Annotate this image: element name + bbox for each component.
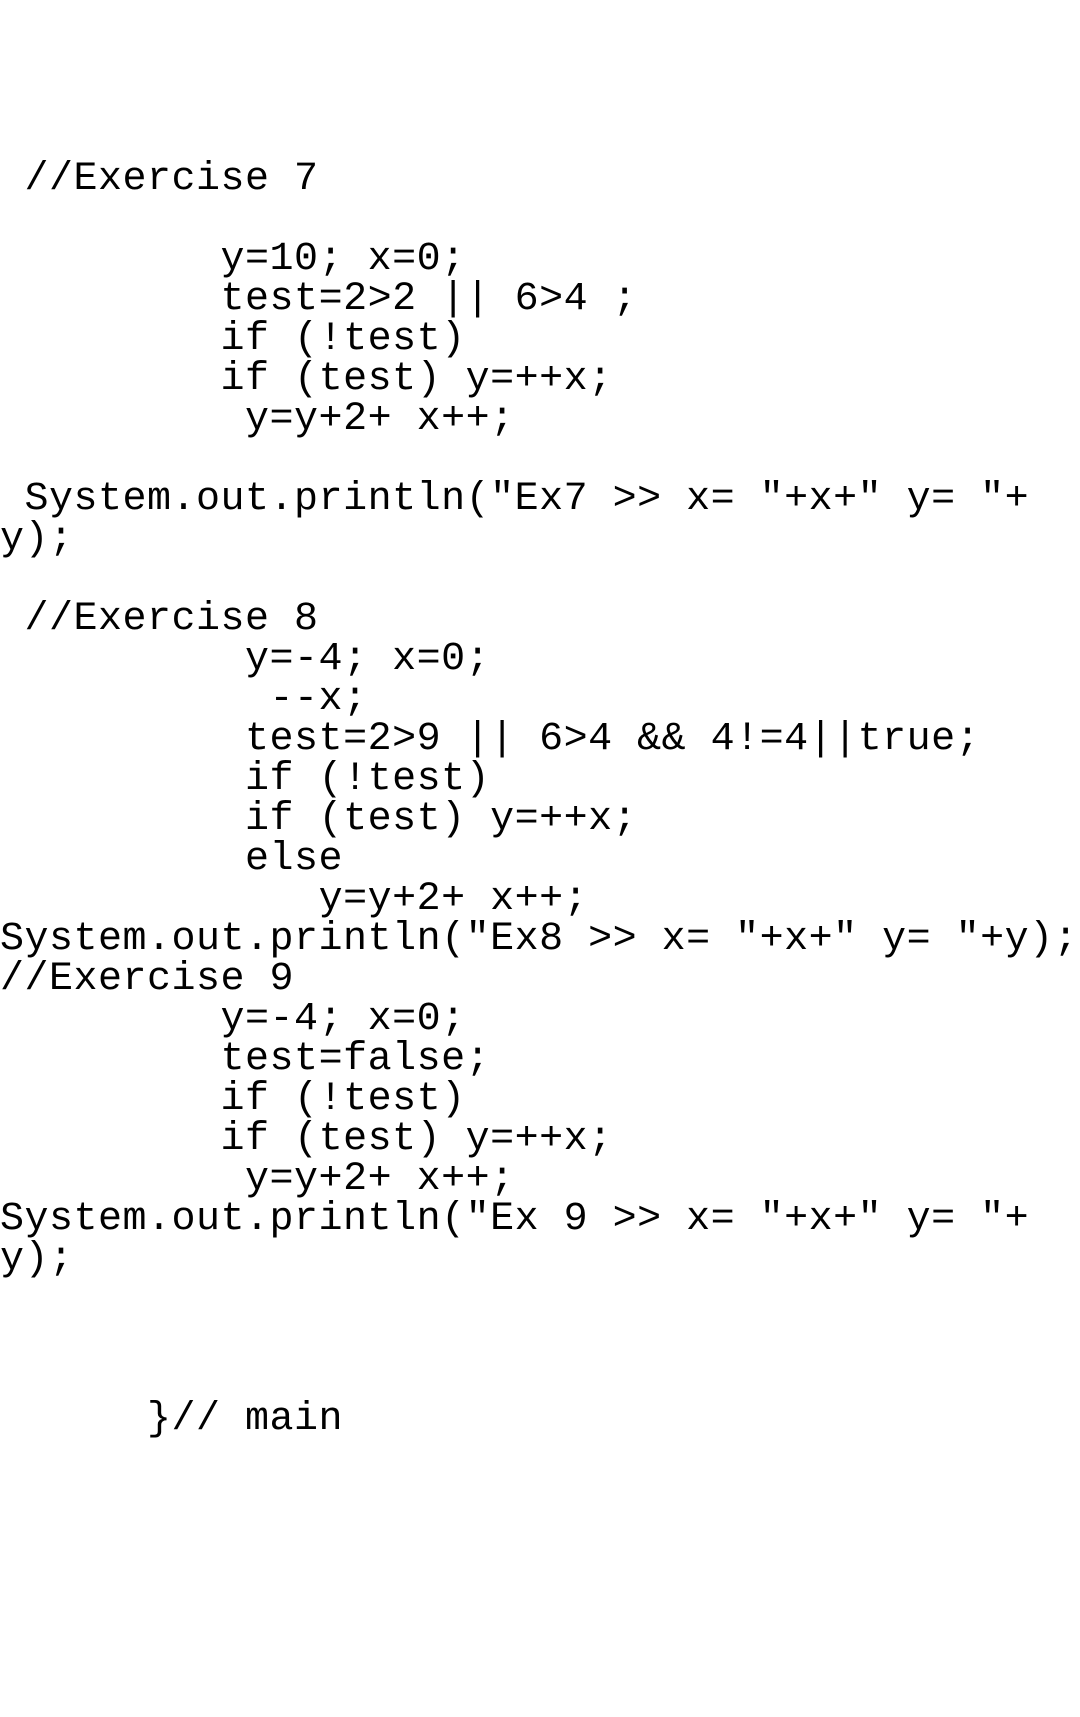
code-line: y=y+2+ x++; [0, 1157, 515, 1202]
code-line: }// main [0, 1397, 343, 1442]
code-line: else [0, 837, 343, 882]
code-line: --x; [0, 677, 368, 722]
code-line: if (!test) [0, 1077, 466, 1122]
code-line: //Exercise 7 [0, 157, 319, 202]
code-line: test=2>2 || 6>4 ; [0, 277, 637, 322]
code-line: if (!test) [0, 757, 490, 802]
code-line: test=false; [0, 1037, 490, 1082]
code-line: System.out.println("Ex 9 >> x= "+x+" y= … [0, 1197, 1029, 1282]
code-line: y=10; x=0; [0, 237, 466, 282]
code-line: //Exercise 8 [0, 597, 319, 642]
code-line: if (test) y=++x; [0, 797, 637, 842]
code-content: //Exercise 7 y=10; x=0; test=2>2 || 6>4 … [0, 160, 1080, 1440]
code-line: y=y+2+ x++; [0, 877, 588, 922]
code-line: y=y+2+ x++; [0, 397, 515, 442]
code-line: System.out.println("Ex7 >> x= "+x+" y= "… [0, 477, 1029, 562]
code-line: if (!test) [0, 317, 466, 362]
code-line: y=-4; x=0; [0, 637, 490, 682]
code-line: y=-4; x=0; [0, 997, 466, 1042]
code-line: test=2>9 || 6>4 && 4!=4||true; [0, 717, 980, 762]
code-line: //Exercise 9 [0, 957, 294, 1002]
code-line: if (test) y=++x; [0, 1117, 613, 1162]
code-line: if (test) y=++x; [0, 357, 613, 402]
code-line: System.out.println("Ex8 >> x= "+x+" y= "… [0, 917, 1078, 962]
